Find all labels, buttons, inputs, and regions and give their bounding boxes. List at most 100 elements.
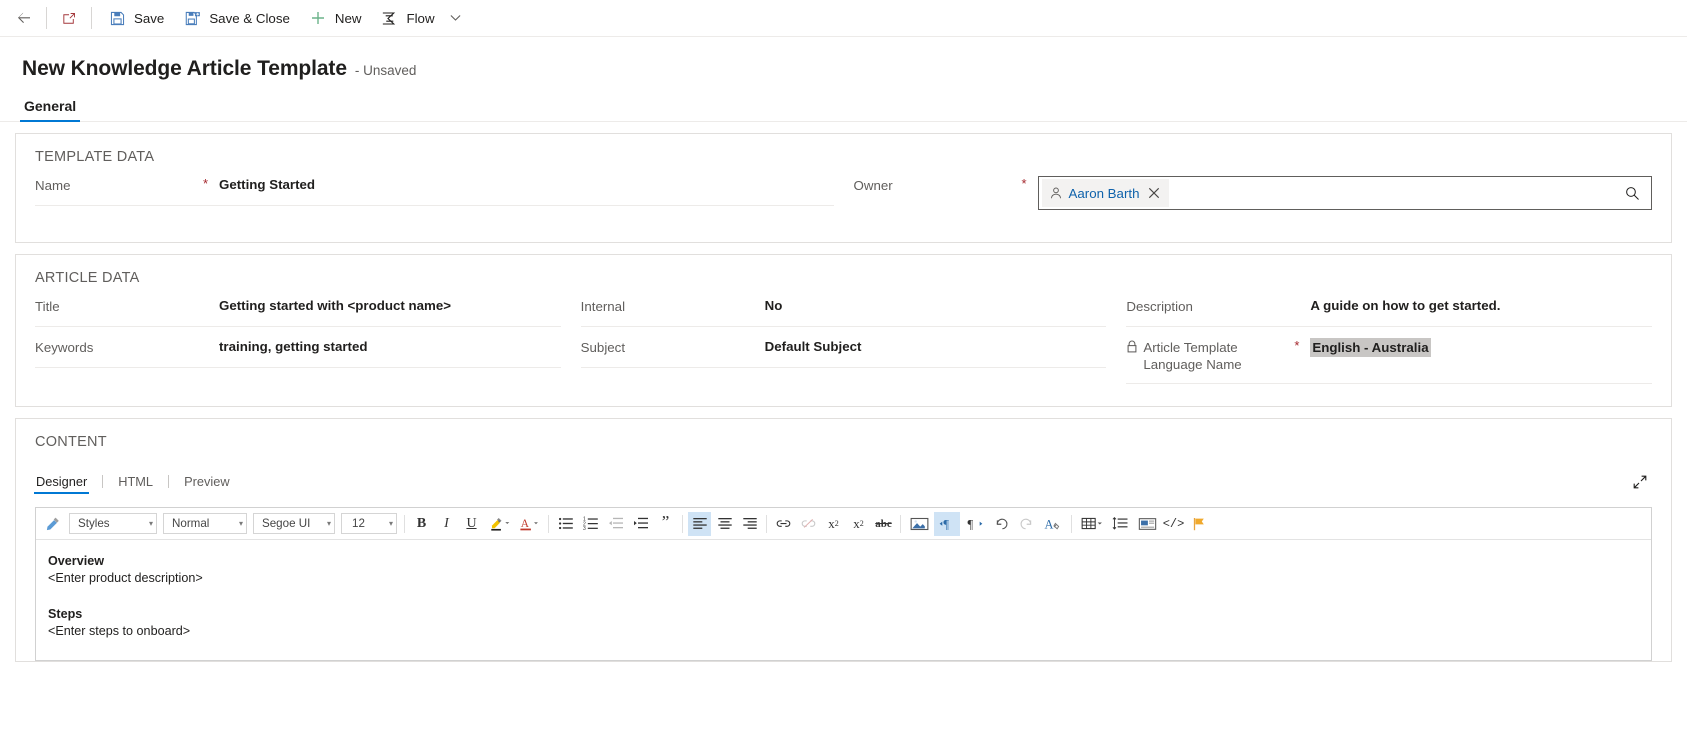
- chevron-down-icon: ▾: [148, 518, 153, 528]
- lock-icon: [1126, 339, 1138, 353]
- field-language-name[interactable]: Article Template Language Name * English…: [1126, 327, 1653, 384]
- blockquote-icon[interactable]: ”: [654, 512, 677, 536]
- expand-editor-button[interactable]: [1628, 470, 1652, 494]
- font-size-dropdown[interactable]: 12 ▾: [341, 513, 397, 534]
- template-data-right-column: Owner * Aaron Barth: [854, 165, 1652, 220]
- field-title[interactable]: Title Getting started with <product name…: [35, 286, 561, 327]
- styles-dropdown[interactable]: Styles ▾: [69, 513, 157, 534]
- toolbar-divider-1: [404, 514, 405, 533]
- article-data-section: ARTICLE DATA Title Getting started with …: [15, 254, 1672, 407]
- editor-canvas[interactable]: Overview <Enter product description> Ste…: [36, 540, 1651, 660]
- tab-html[interactable]: HTML: [117, 474, 154, 494]
- field-owner-required: *: [1021, 176, 1027, 191]
- field-description[interactable]: Description A guide on how to get starte…: [1126, 286, 1653, 327]
- superscript-icon[interactable]: x2: [822, 512, 845, 536]
- field-title-label: Title: [35, 299, 60, 314]
- save-and-close-button[interactable]: Save & Close: [173, 2, 299, 34]
- new-label: New: [334, 10, 362, 26]
- form-body: TEMPLATE DATA Name * Getting Started Own…: [0, 122, 1687, 662]
- tab-general[interactable]: General: [19, 98, 81, 122]
- paragraph-format-value: Normal: [172, 517, 210, 530]
- underline-icon[interactable]: U: [460, 512, 483, 536]
- flag-icon[interactable]: [1187, 512, 1210, 536]
- content-section: CONTENT Designer HTML Preview Styles ▾ N…: [15, 418, 1672, 662]
- strikethrough-icon[interactable]: abc: [872, 512, 895, 536]
- styles-value: Styles: [78, 517, 110, 530]
- field-name-required: *: [203, 176, 209, 191]
- editor-mode-tabs: Designer HTML Preview: [33, 470, 1652, 498]
- toolbar-divider-3: [682, 514, 683, 533]
- subscript-icon[interactable]: x2: [847, 512, 870, 536]
- field-owner[interactable]: Owner * Aaron Barth: [854, 165, 1652, 220]
- article-data-heading: ARTICLE DATA: [35, 270, 140, 286]
- page-title: New Knowledge Article Template: [22, 57, 347, 80]
- field-internal-value: No: [764, 298, 783, 313]
- new-button[interactable]: New: [299, 2, 371, 34]
- undo-icon[interactable]: [990, 512, 1013, 536]
- field-keywords[interactable]: Keywords training, getting started: [35, 327, 561, 368]
- divider-2: [91, 7, 92, 29]
- editor-tab-divider-2: [168, 475, 170, 488]
- insert-table-icon[interactable]: [1077, 512, 1107, 536]
- divider-1: [46, 7, 47, 29]
- open-in-new-window-icon: [61, 10, 78, 27]
- content-heading: CONTENT: [35, 434, 107, 450]
- field-name-value: Getting Started: [219, 177, 316, 192]
- article-data-middle-column: Internal No Subject Default Subject: [580, 286, 1107, 384]
- search-icon[interactable]: [1617, 178, 1647, 208]
- decrease-indent-icon[interactable]: [604, 512, 627, 536]
- font-size-value: 12: [352, 517, 365, 530]
- right-to-left-icon[interactable]: ¶: [962, 512, 988, 536]
- insert-link-icon[interactable]: [772, 512, 795, 536]
- popout-button[interactable]: [53, 2, 85, 34]
- owner-lookup-input[interactable]: Aaron Barth: [1037, 176, 1652, 210]
- editor-toolbar: Styles ▾ Normal ▾ Segoe UI ▾ 12 ▾ B I U …: [36, 508, 1651, 540]
- field-language-required: *: [1294, 338, 1300, 353]
- remove-link-icon[interactable]: [797, 512, 820, 536]
- bold-icon[interactable]: B: [410, 512, 433, 536]
- field-subject-value: Default Subject: [764, 339, 862, 354]
- page-header: New Knowledge Article Template - Unsaved: [0, 37, 1687, 81]
- svg-text:¶: ¶: [967, 517, 973, 531]
- align-right-icon[interactable]: [738, 512, 761, 536]
- insert-image-icon[interactable]: [906, 512, 932, 536]
- owner-chip-name: Aaron Barth: [1068, 185, 1140, 201]
- toolbar-divider-2: [548, 514, 549, 533]
- align-left-icon[interactable]: [688, 511, 711, 536]
- field-subject-label: Subject: [580, 340, 626, 355]
- field-internal[interactable]: Internal No: [580, 286, 1107, 327]
- document-paragraph-product-description: <Enter product description>: [48, 571, 203, 585]
- insert-snippet-icon[interactable]: [1134, 512, 1160, 536]
- back-button[interactable]: [8, 2, 40, 34]
- left-to-right-icon[interactable]: ¶: [934, 511, 960, 536]
- source-code-icon[interactable]: </>: [1162, 512, 1185, 536]
- chevron-down-icon: [449, 12, 462, 25]
- field-name[interactable]: Name * Getting Started: [35, 165, 834, 206]
- font-family-dropdown[interactable]: Segoe UI ▾: [253, 513, 335, 534]
- line-spacing-icon[interactable]: [1109, 512, 1132, 536]
- template-data-section: TEMPLATE DATA Name * Getting Started Own…: [15, 133, 1672, 243]
- chevron-down-icon: ▾: [326, 518, 331, 528]
- increase-indent-icon[interactable]: [629, 512, 652, 536]
- field-keywords-label: Keywords: [35, 340, 94, 355]
- numbered-list-icon[interactable]: 1 2 3: [579, 512, 602, 536]
- save-button[interactable]: Save: [98, 2, 173, 34]
- format-painter-icon[interactable]: [42, 512, 65, 536]
- align-center-icon[interactable]: [713, 512, 736, 536]
- close-icon[interactable]: [1143, 180, 1165, 206]
- italic-icon[interactable]: I: [435, 512, 458, 536]
- redo-icon[interactable]: [1015, 512, 1038, 536]
- paragraph-format-dropdown[interactable]: Normal ▾: [163, 513, 247, 534]
- font-color-icon[interactable]: A: [515, 512, 543, 536]
- clear-formatting-icon[interactable]: A: [1040, 512, 1066, 536]
- field-title-value: Getting started with <product name>: [219, 298, 451, 313]
- field-subject[interactable]: Subject Default Subject: [580, 327, 1107, 368]
- tab-preview[interactable]: Preview: [183, 474, 231, 494]
- tab-designer[interactable]: Designer: [33, 474, 90, 494]
- owner-chip[interactable]: Aaron Barth: [1041, 179, 1170, 207]
- flow-button[interactable]: Flow: [370, 2, 443, 34]
- bulleted-list-icon[interactable]: [554, 512, 577, 536]
- flow-icon: [379, 8, 399, 28]
- text-highlight-icon[interactable]: [485, 512, 513, 536]
- overflow-button[interactable]: [444, 2, 468, 34]
